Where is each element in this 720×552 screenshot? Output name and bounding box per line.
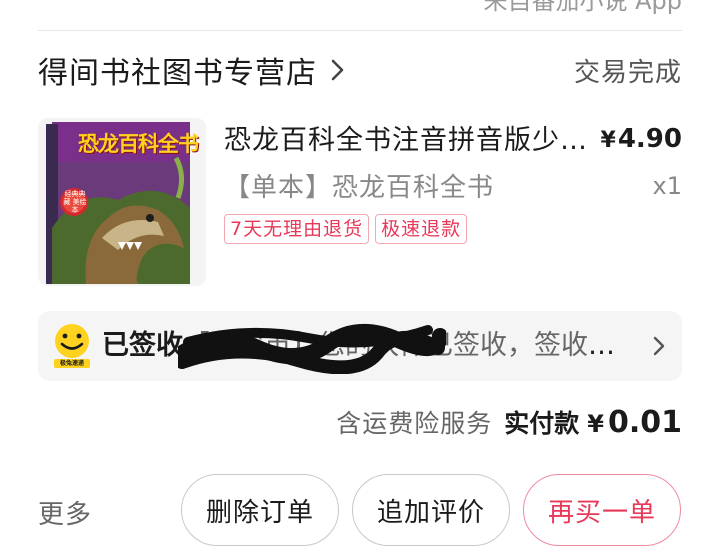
cover-badge-text: 经典典藏 美绘本: [63, 190, 87, 214]
cover-title-text: 恐龙百科全书: [78, 132, 199, 156]
product-quantity: x1: [652, 172, 682, 200]
service-tags: 7天无理由退货 极速退款: [224, 214, 468, 244]
product-cover-image[interactable]: 恐龙百科全书 经典典藏 美绘本: [38, 118, 206, 286]
top-divider: [38, 30, 682, 31]
price-value: 4.90: [617, 124, 682, 154]
product-item[interactable]: 恐龙百科全书 经典典藏 美绘本 恐龙百科全书注音拼音版少儿科普读物 ¥4.90 …: [38, 118, 682, 288]
paid-label: 实付款: [504, 409, 580, 438]
redaction-scribble: [178, 323, 446, 374]
paid-value: 0.01: [607, 405, 682, 440]
product-title[interactable]: 恐龙百科全书注音拼音版少儿科普读物: [224, 122, 588, 160]
product-spec: 【单本】恐龙百科全书: [224, 173, 495, 203]
add-review-button[interactable]: 追加评价: [352, 474, 510, 546]
tag-return-7days: 7天无理由退货: [224, 214, 370, 244]
delete-order-button[interactable]: 删除订单: [181, 474, 339, 546]
paid-currency: ¥: [587, 410, 604, 438]
buy-again-button[interactable]: 再买一单: [523, 474, 681, 546]
product-price: ¥4.90: [601, 124, 682, 154]
signed-label: 已签收: [102, 330, 183, 361]
source-app-label: 来自番茄小说 App: [483, 0, 682, 15]
paid-amount: ¥0.01: [587, 405, 682, 440]
tag-fast-refund: 极速退款: [375, 214, 468, 244]
price-currency: ¥: [600, 128, 616, 153]
more-actions-link[interactable]: 更多: [38, 494, 92, 531]
order-total: 含运费险服务 实付款 ¥0.01: [336, 404, 682, 448]
order-status: 交易完成: [573, 57, 682, 88]
courier-logo-text: 极兔速递: [59, 360, 84, 367]
shipping-insurance-label[interactable]: 含运费险服务: [336, 404, 492, 440]
chevron-right-icon[interactable]: [652, 335, 666, 357]
shop-name[interactable]: 得间书社图书专营店: [38, 48, 317, 92]
chevron-right-icon[interactable]: [327, 55, 349, 85]
shop-header[interactable]: 得间书社图书专营店 交易完成: [38, 48, 682, 92]
